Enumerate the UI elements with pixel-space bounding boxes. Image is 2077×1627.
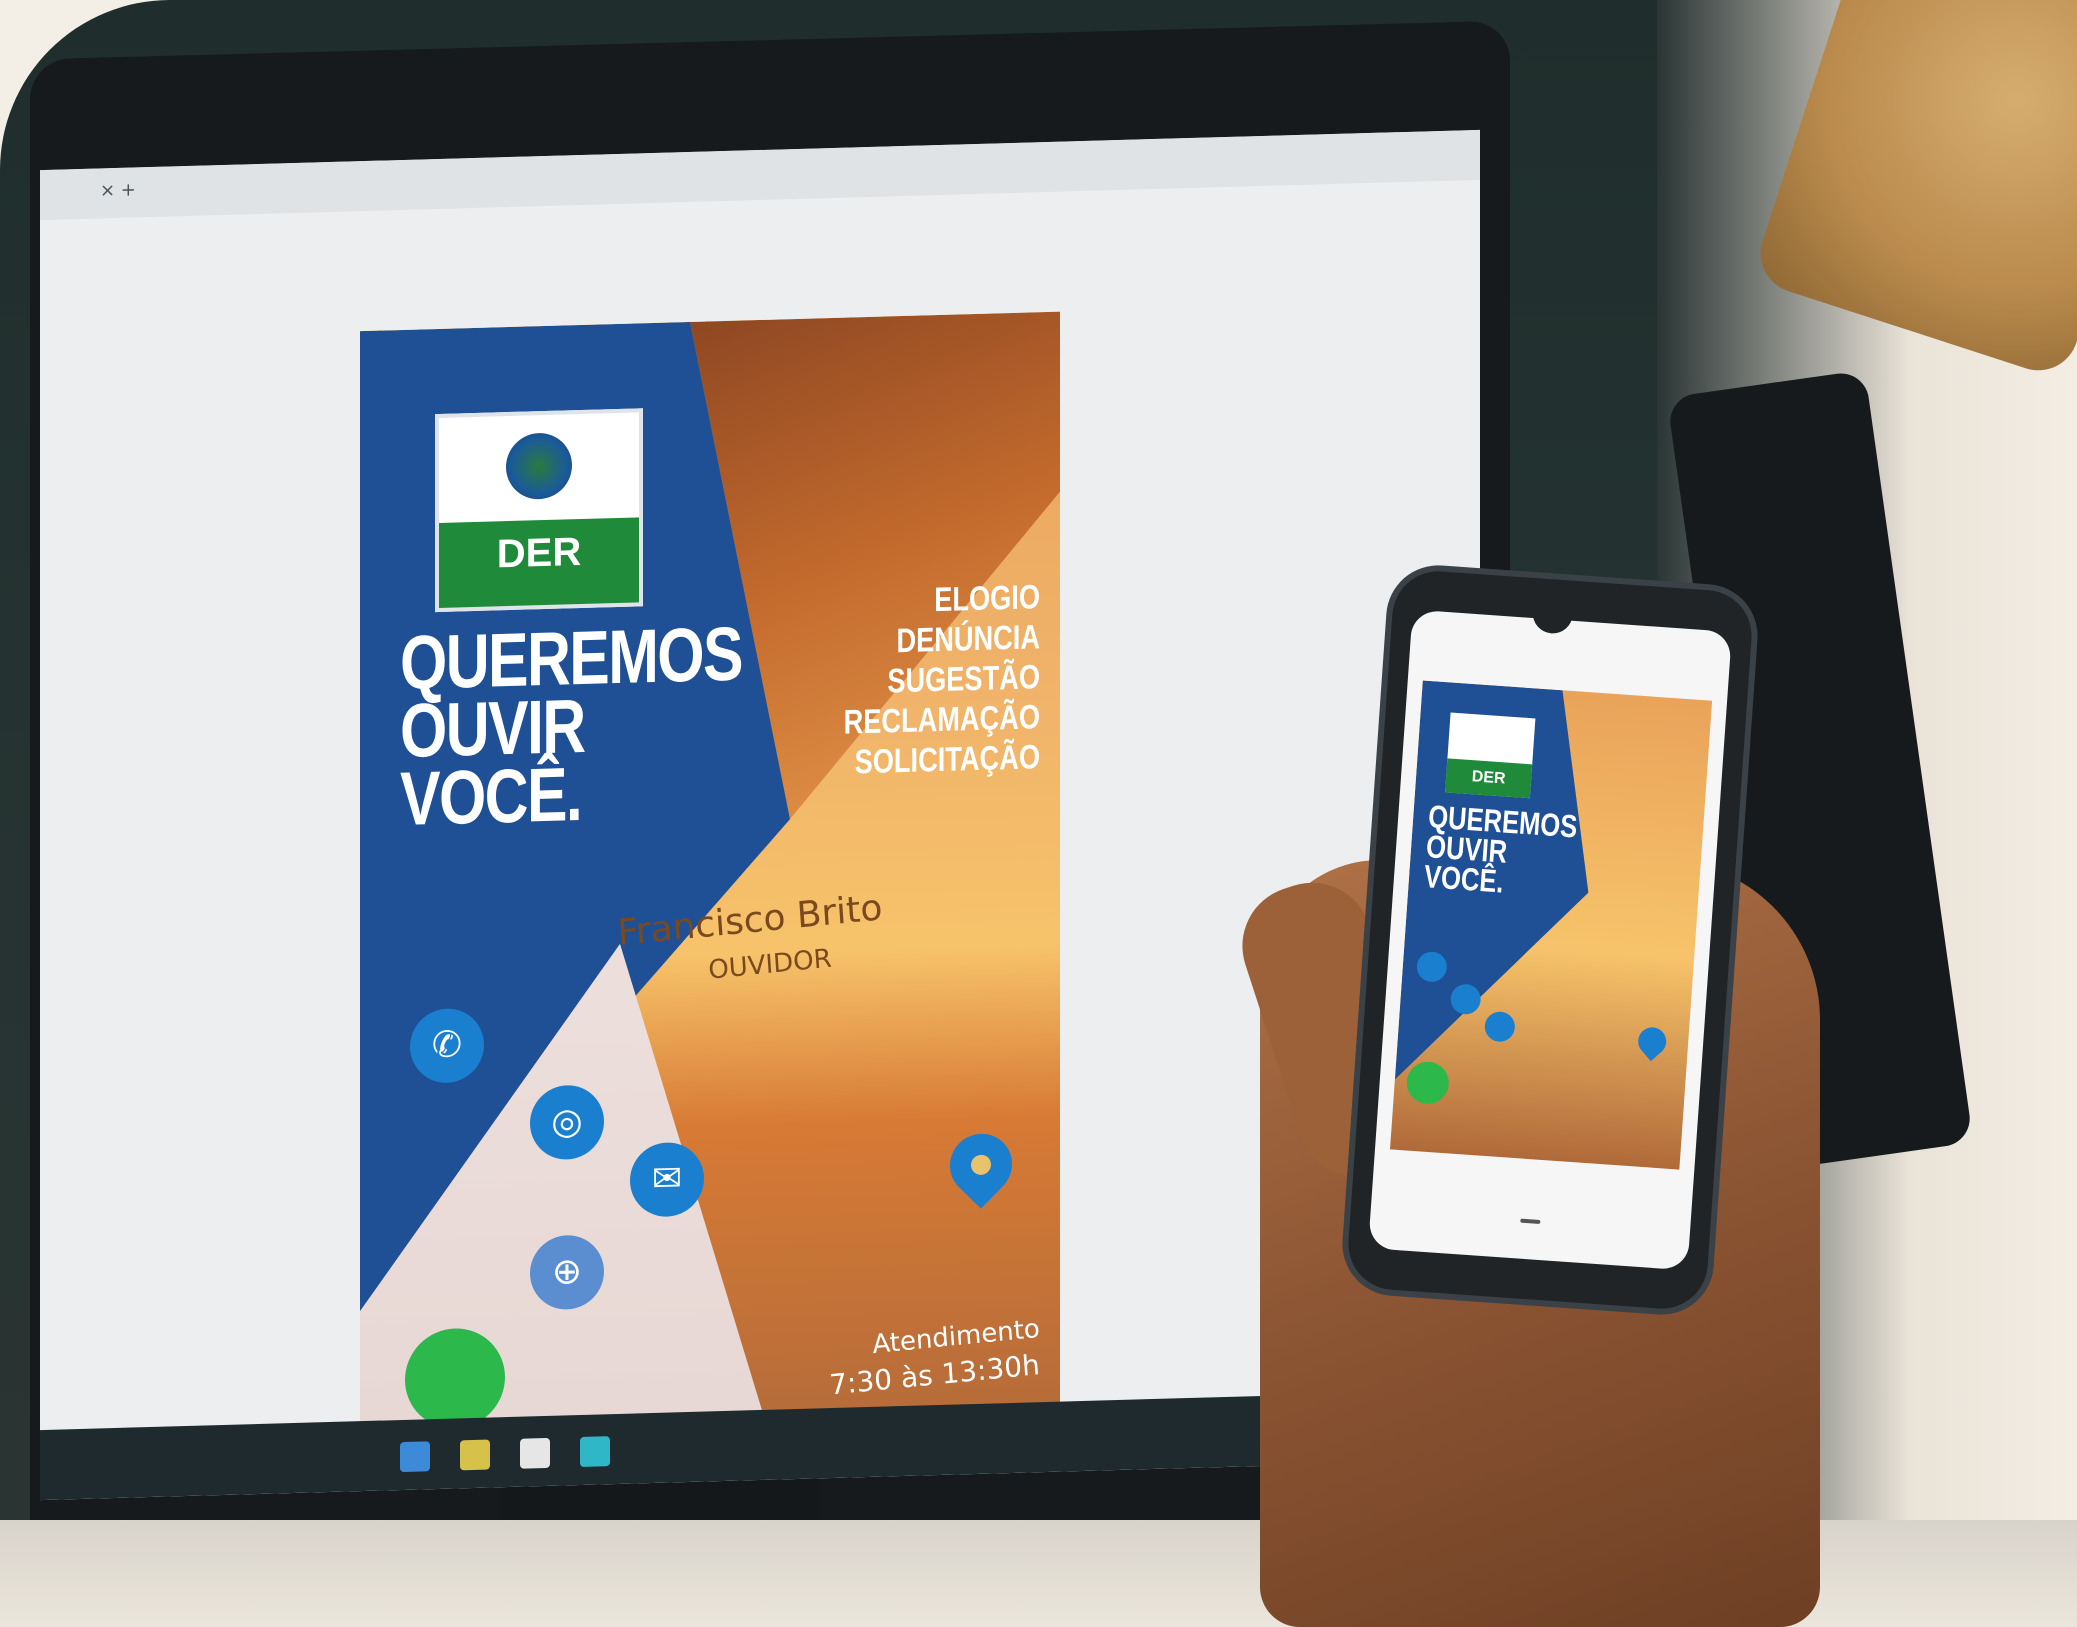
phone-logo-brand: DER <box>1445 758 1533 799</box>
phone-poster-headline: QUEREMOS OUVIR VOCÊ. <box>1423 798 1579 900</box>
ouvidoria-poster: DER QUEREMOS OUVIR VOCÊ. ELOGIO DENÚNCIA… <box>360 311 1060 1482</box>
der-logo-band: DER <box>439 517 639 608</box>
browser-icon[interactable] <box>580 1436 610 1468</box>
category-item: SOLICITAÇÃO <box>854 738 1040 782</box>
store-icon[interactable] <box>520 1437 550 1469</box>
category-item: SUGESTÃO <box>887 658 1040 701</box>
der-logo: DER <box>435 408 643 613</box>
contact-categories: ELOGIO DENÚNCIA SUGESTÃO RECLAMAÇÃO SOLI… <box>816 577 1040 783</box>
state-seal-icon <box>506 432 572 501</box>
poster-headline: QUEREMOS OUVIR VOCÊ. <box>400 612 742 843</box>
headline-line-3: VOCÊ. <box>400 751 582 843</box>
logo-brand-text: DER <box>496 529 582 577</box>
taskbar-app-icon[interactable] <box>400 1441 430 1473</box>
photo-frame: × + DER QUEREMOS OUVIR VOCÊ. ELOGIO DENÚ… <box>0 0 2077 1627</box>
category-item: ELOGIO <box>934 578 1040 620</box>
phone-email-icon <box>1483 1010 1516 1043</box>
category-item: RECLAMAÇÃO <box>843 698 1040 742</box>
phone-location-pin-icon <box>1632 1021 1672 1062</box>
smartphone: DER QUEREMOS OUVIR VOCÊ. <box>1345 568 1755 1312</box>
phone-poster: DER QUEREMOS OUVIR VOCÊ. <box>1390 680 1713 1170</box>
phone-der-logo: DER <box>1445 712 1536 799</box>
folder-icon[interactable] <box>460 1439 490 1471</box>
phone-home-indicator[interactable] <box>1520 1218 1541 1225</box>
phone-screen: DER QUEREMOS OUVIR VOCÊ. <box>1368 609 1732 1271</box>
phone-green-badge <box>1405 1060 1451 1106</box>
category-item: DENÚNCIA <box>896 618 1040 661</box>
location-pin-icon <box>937 1120 1025 1209</box>
new-tab-icon[interactable]: × + <box>100 179 136 201</box>
